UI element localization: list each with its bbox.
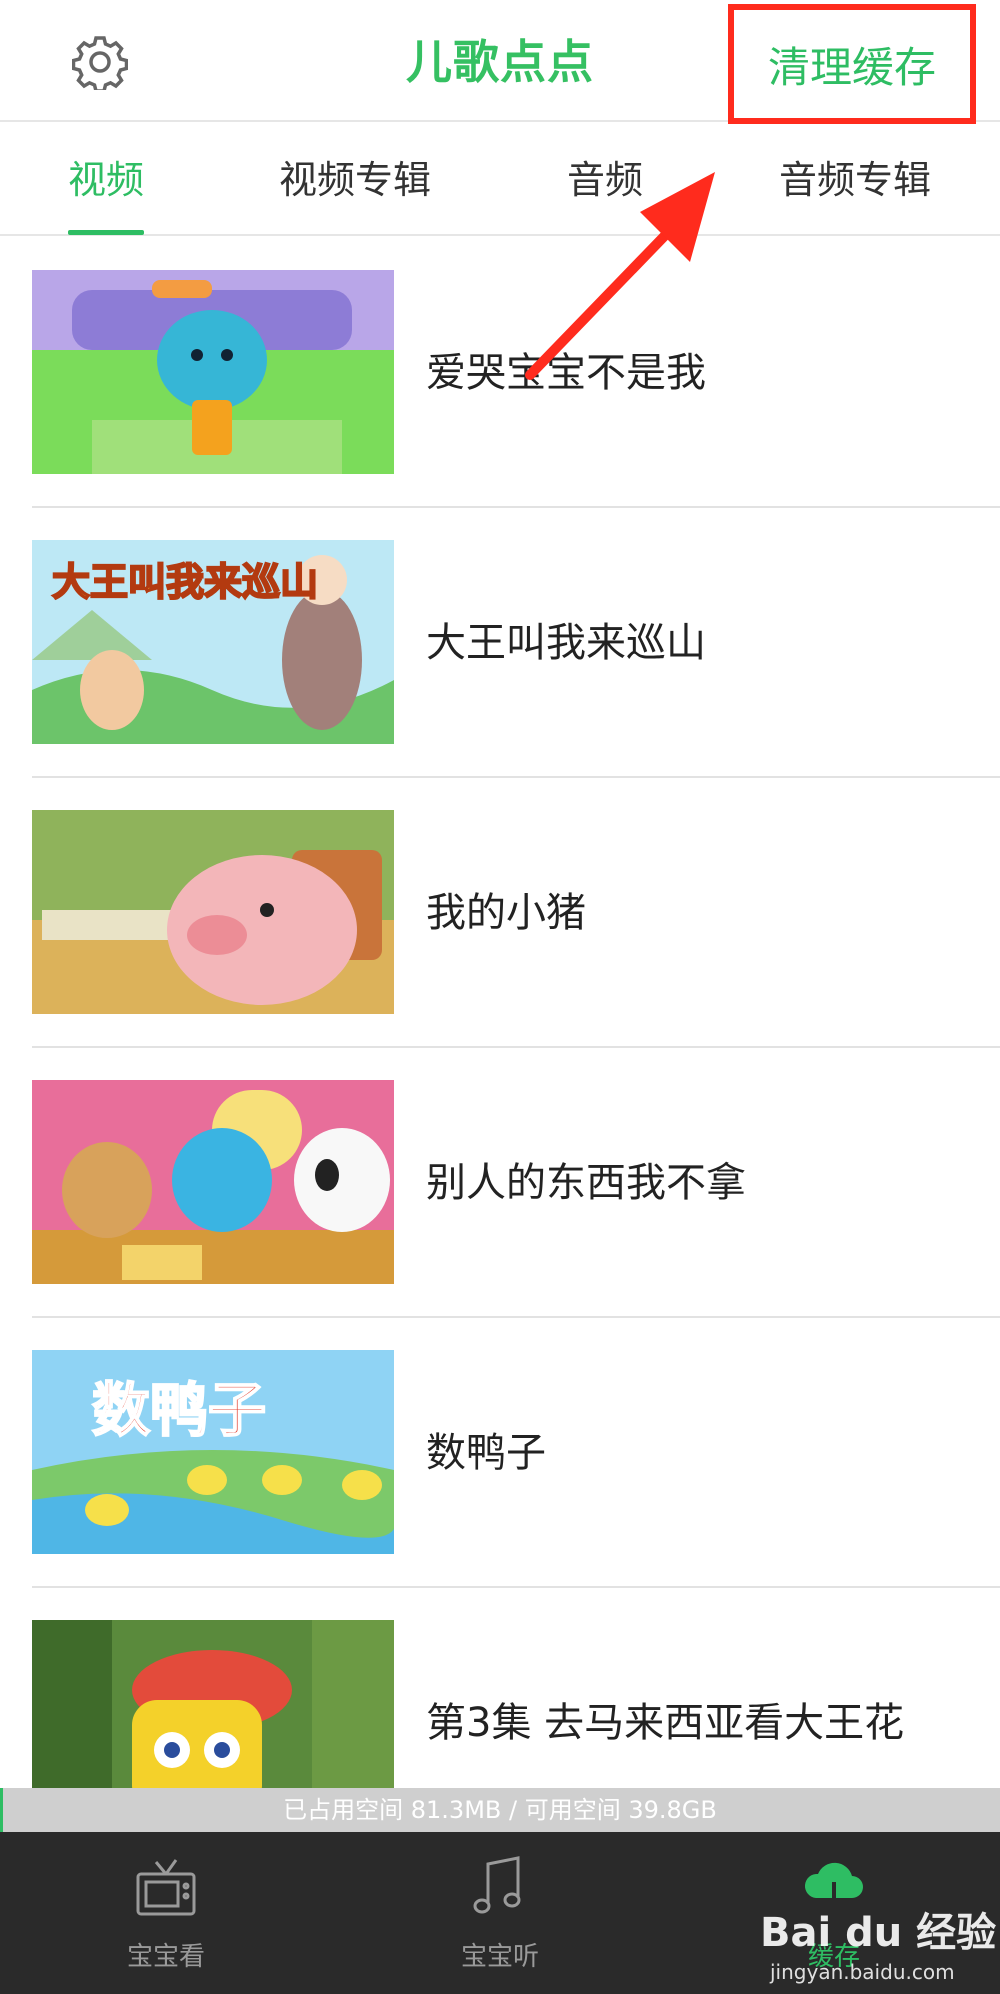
storage-usage-bar: 已占用空间 81.3MB / 可用空间 39.8GB	[0, 1788, 1000, 1832]
active-tab-indicator	[68, 230, 144, 235]
list-item[interactable]: 大王叫我来巡山 大王叫我来巡山	[0, 508, 1000, 778]
nav-label: 宝宝看	[126, 1942, 205, 1972]
clear-cache-label: 清理缓存	[767, 42, 936, 92]
nav-item-watch[interactable]: 宝宝看	[66, 1832, 266, 1994]
video-title: 大王叫我来巡山	[426, 620, 706, 666]
video-title: 第3集 去马来西亚看大王花	[426, 1700, 905, 1746]
gear-icon[interactable]	[71, 34, 129, 93]
clear-cache-button[interactable]: 清理缓存	[728, 4, 976, 124]
storage-usage-text: 已占用空间 81.3MB / 可用空间 39.8GB	[283, 1796, 717, 1824]
video-thumbnail	[32, 1620, 394, 1788]
video-thumbnail	[32, 270, 394, 474]
video-thumbnail: 大王叫我来巡山	[32, 540, 394, 744]
watermark-url: jingyan.baidu.com	[770, 1960, 955, 1984]
nav-item-listen[interactable]: 宝宝听	[400, 1832, 600, 1994]
tab-video[interactable]: 视频	[36, 124, 176, 236]
video-thumbnail	[32, 810, 394, 1014]
app-header: 儿歌点点 清理缓存	[0, 0, 1000, 124]
video-title: 别人的东西我不拿	[426, 1160, 746, 1206]
app-logo: 儿歌点点	[406, 35, 594, 89]
video-thumbnail: 数鸭子	[32, 1350, 394, 1554]
thumbnail-title: 数鸭子	[92, 1376, 266, 1444]
baidu-watermark: Bai du 经验 jingyan.baidu.com	[760, 1900, 997, 1990]
tab-bar: 视频 视频专辑 音频 音频专辑	[0, 124, 1000, 236]
list-item[interactable]: 我的小猪	[0, 778, 1000, 1048]
list-item[interactable]: 第3集 去马来西亚看大王花	[0, 1588, 1000, 1788]
tab-audio[interactable]: 音频	[540, 124, 670, 236]
list-item[interactable]: 爱哭宝宝不是我	[0, 238, 1000, 508]
list-item[interactable]: 别人的东西我不拿	[0, 1048, 1000, 1318]
video-title: 我的小猪	[426, 890, 586, 936]
video-thumbnail	[32, 1080, 394, 1284]
thumbnail-title: 大王叫我来巡山	[52, 560, 318, 604]
nav-label: 宝宝听	[460, 1942, 539, 1972]
video-title: 爱哭宝宝不是我	[426, 350, 706, 396]
video-title: 数鸭子	[426, 1430, 546, 1476]
cached-video-list: 爱哭宝宝不是我 大王叫我来巡山 大王叫我来巡山 我的小猪 别人的东西我不拿 数鸭…	[0, 238, 1000, 1788]
tab-audio-album[interactable]: 音频专辑	[750, 124, 960, 236]
tab-video-album[interactable]: 视频专辑	[250, 124, 460, 236]
watermark-main: Bai du 经验	[760, 1910, 997, 1956]
list-item[interactable]: 数鸭子 数鸭子	[0, 1318, 1000, 1588]
music-note-icon	[466, 1854, 534, 1922]
tv-icon	[132, 1854, 200, 1922]
